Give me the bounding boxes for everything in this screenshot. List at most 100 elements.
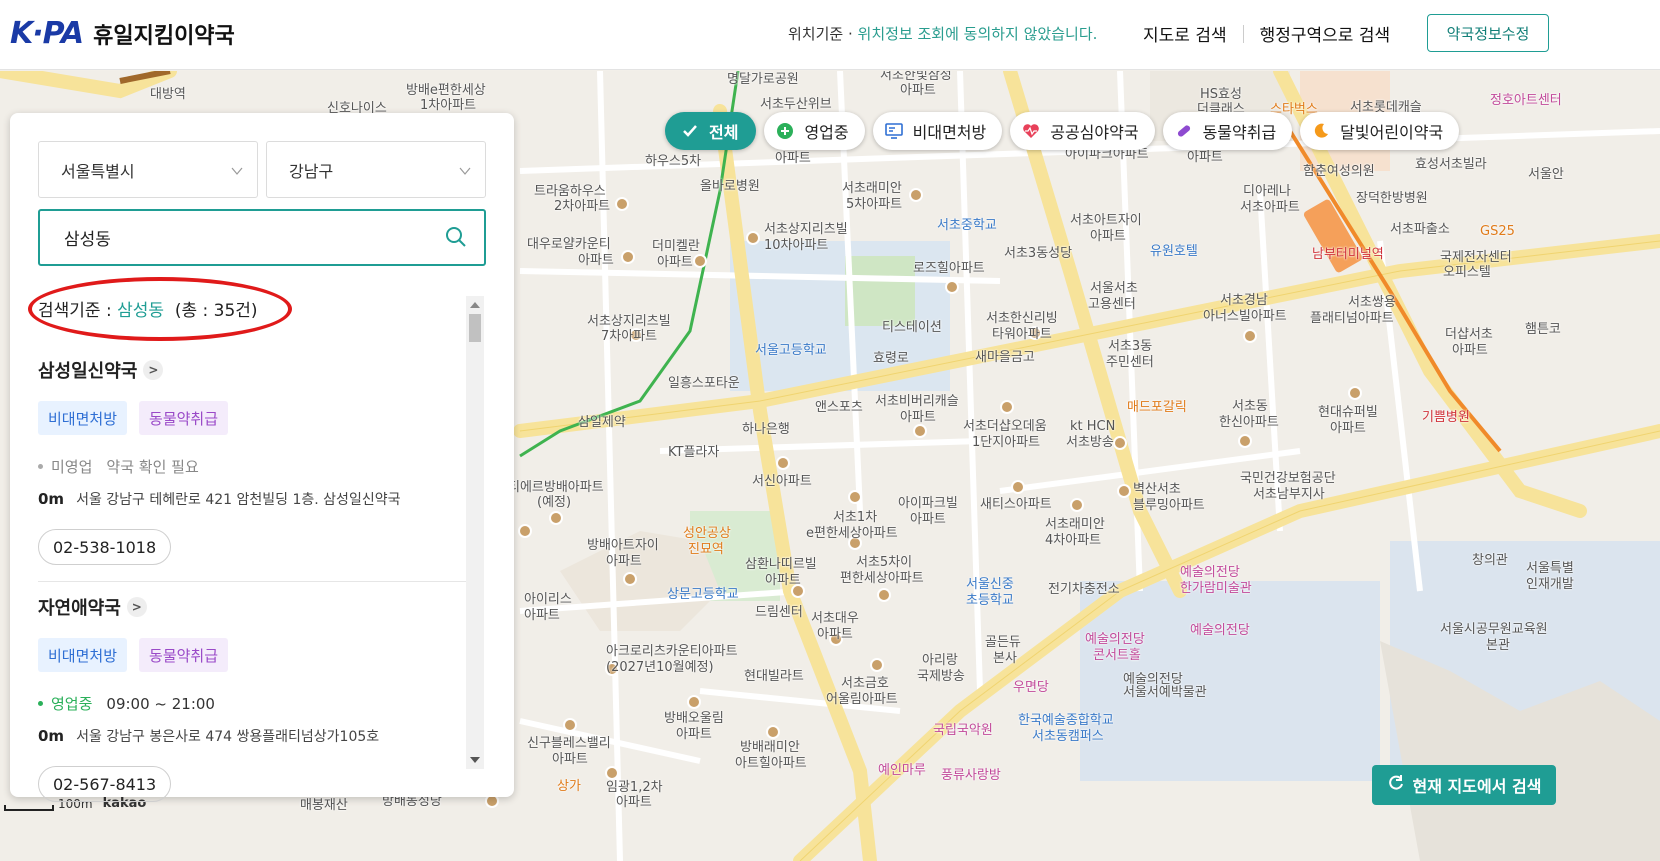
map-place-label[interactable]: 서초1차 — [833, 510, 877, 525]
nav-region-search[interactable]: 행정구역으로 검색 — [1260, 21, 1391, 46]
map-place-label[interactable]: 방배e편한세상 — [406, 83, 486, 98]
map-place-label[interactable]: 햄튼코 — [1525, 322, 1561, 337]
map-place-label[interactable]: 전기차충전소 — [1048, 582, 1120, 597]
map-place-label[interactable]: 아파트 — [1187, 150, 1223, 165]
map-place-label[interactable]: 본사 — [993, 651, 1017, 666]
map-place-label[interactable]: 예인마루 — [878, 763, 926, 778]
map-place-label[interactable]: 벽산서초 — [1133, 482, 1181, 497]
map-place-label[interactable]: GS25 — [1480, 224, 1515, 239]
map-place-label[interactable]: 정호아트센터 — [1490, 93, 1562, 108]
map-place-label[interactable]: 아파트 — [1452, 343, 1488, 358]
map-place-label[interactable]: 서울특별 — [1526, 561, 1574, 576]
map-place-label[interactable]: 타워아파트 — [992, 327, 1052, 342]
map-place-label[interactable]: 아파트 — [578, 253, 614, 268]
map-place-label[interactable]: 서울신중 — [966, 577, 1014, 592]
map-place-label[interactable]: (2027년10월예정) — [606, 660, 714, 675]
list-item[interactable]: 삼성일신약국 > 비대면처방 동물약취급 미영업 약국 확인 필요 0m 서울 강… — [38, 345, 468, 581]
map-place-label[interactable]: 4차아파트 — [1045, 533, 1101, 548]
map-place-label[interactable]: 아파트 — [900, 410, 936, 425]
map-place-label[interactable]: 창의관 — [1472, 553, 1508, 568]
map-place-label[interactable]: 서울서초 — [1090, 281, 1138, 296]
map-place-label[interactable]: 명달가로공원 — [727, 72, 799, 87]
map-place-label[interactable]: 아파트 — [900, 83, 936, 98]
map-place-label[interactable]: 블루밍아파트 — [1133, 498, 1205, 513]
map-place-label[interactable]: 매드포갈릭 — [1127, 400, 1187, 415]
map-place-label[interactable]: 어울림아파트 — [826, 692, 898, 707]
map-place-label[interactable]: 더미켈란 — [652, 239, 700, 254]
map-place-label[interactable]: 아크로리츠카운티아파트 — [606, 644, 738, 659]
map-place-label[interactable]: 서초래미안 — [842, 181, 902, 196]
map-place-label[interactable]: 7차아파트 — [601, 329, 657, 344]
map-place-label[interactable]: 방배아트자이 — [587, 538, 659, 553]
map-place-label[interactable]: 예술의전당 — [1180, 565, 1240, 580]
map-place-label[interactable]: 서초금호 — [841, 676, 889, 691]
map-place-label[interactable]: 아파트 — [616, 795, 652, 810]
district-select[interactable]: 강남구 — [266, 141, 486, 198]
city-select[interactable]: 서울특별시 — [38, 141, 258, 198]
map-place-label[interactable]: 서초파출소 — [1390, 222, 1450, 237]
map-place-label[interactable]: 효성서초빌라 — [1415, 157, 1487, 172]
map-place-label[interactable]: 아파트 — [552, 752, 588, 767]
map-place-label[interactable]: 서초대우 — [811, 611, 859, 626]
list-scrollbar[interactable] — [466, 296, 484, 769]
map-place-label[interactable]: 풍류사랑방 — [941, 768, 1001, 783]
map-place-label[interactable]: 유원호텔 — [1150, 244, 1198, 259]
map-place-label[interactable]: 진묘역 — [688, 542, 724, 557]
map-place-label[interactable]: 서초동 — [1232, 399, 1268, 414]
map-place-label[interactable]: 함춘여성의원 — [1303, 164, 1375, 179]
map-place-label[interactable]: 올바로병원 — [700, 179, 760, 194]
map-place-label[interactable]: 아파트 — [1090, 229, 1126, 244]
map-place-label[interactable]: 한가람미술관 — [1180, 581, 1252, 596]
map-place-label[interactable]: 대우로얄카운티 — [527, 237, 611, 252]
map-place-label[interactable]: 방배래미안 — [740, 740, 800, 755]
map-place-label[interactable]: 예술의전당 — [1190, 623, 1250, 638]
map-place-label[interactable]: 국립국악원 — [933, 723, 993, 738]
map-place-label[interactable]: 국제방송 — [917, 669, 965, 684]
map-place-label[interactable]: 2차아파트 — [554, 199, 610, 214]
map-place-label[interactable]: 서초래미안 — [1045, 517, 1105, 532]
map-place-label[interactable]: 오피스텔 — [1443, 265, 1491, 280]
map-place-label[interactable]: 새마을금고 — [975, 350, 1035, 365]
chip-open-now[interactable]: 영업중 — [764, 112, 865, 150]
map-place-label[interactable]: 장덕한방병원 — [1356, 191, 1428, 206]
map-place-label[interactable]: 5차아파트 — [846, 197, 902, 212]
map-place-label[interactable]: 서초아트자이 — [1070, 213, 1142, 228]
map-place-label[interactable]: 서울서예박물관 — [1123, 685, 1207, 700]
map-place-label[interactable]: 티에르방배아파트 — [508, 480, 604, 495]
map-place-label[interactable]: 서초상지리츠빌 — [764, 222, 848, 237]
map-place-label[interactable]: 서초남부지사 — [1253, 487, 1325, 502]
map-place-label[interactable]: 10차아파트 — [764, 238, 828, 253]
map-place-label[interactable]: 드림센터 — [755, 605, 803, 620]
map-place-label[interactable]: 상문고등학교 — [667, 587, 739, 602]
map-place-label[interactable]: 상가 — [557, 779, 581, 794]
list-item[interactable]: 자연애약국 > 비대면처방 동물약취급 영업중 09:00 ~ 21:00 0m… — [38, 581, 468, 817]
map-place-label[interactable]: 1차아파트 — [420, 98, 476, 113]
map-place-label[interactable]: 일흥스포타운 — [668, 376, 740, 391]
scroll-thumb[interactable] — [469, 314, 481, 342]
map-place-label[interactable]: 서초방송 — [1066, 435, 1114, 450]
map-place-label[interactable]: 본관 — [1486, 638, 1510, 653]
map-place-label[interactable]: 아파트 — [765, 573, 801, 588]
map-place-label[interactable]: 예술의전당 — [1085, 632, 1145, 647]
map-place-label[interactable]: e편한세상아파트 — [806, 526, 898, 541]
map-place-label[interactable]: 삼일제약 — [578, 415, 626, 430]
map-place-label[interactable]: 아파트 — [676, 727, 712, 742]
map-place-label[interactable]: 로즈힐아파트 — [913, 261, 985, 276]
map-place-label[interactable]: 방배오울림 — [664, 711, 724, 726]
map-place-label[interactable]: 서초3동성당 — [1004, 246, 1072, 261]
map-place-label[interactable]: 플래티넘아파트 — [1310, 311, 1394, 326]
map-place-label[interactable]: KT플라자 — [668, 445, 719, 460]
search-current-map-button[interactable]: 현재 지도에서 검색 — [1372, 765, 1556, 805]
map-place-label[interactable]: 디아레나 — [1243, 184, 1291, 199]
map-place-label[interactable]: 서초비버리캐슬 — [875, 394, 959, 409]
map-place-label[interactable]: 효령로 — [873, 351, 909, 366]
map-place-label[interactable]: 서초상지리츠빌 — [587, 314, 671, 329]
map-place-label[interactable]: 한국예술종합학교 — [1018, 713, 1114, 728]
map-place-label[interactable]: 새티스아파트 — [980, 497, 1052, 512]
map-place-label[interactable]: 서초경남 — [1220, 293, 1268, 308]
map-place-label[interactable]: 현대빌라트 — [744, 669, 804, 684]
map-place-label[interactable]: 아너스빌아파트 — [1203, 309, 1287, 324]
search-icon[interactable] — [444, 225, 468, 254]
map-place-label[interactable]: 고용센터 — [1088, 297, 1136, 312]
nav-map-search[interactable]: 지도로 검색 — [1143, 21, 1227, 46]
